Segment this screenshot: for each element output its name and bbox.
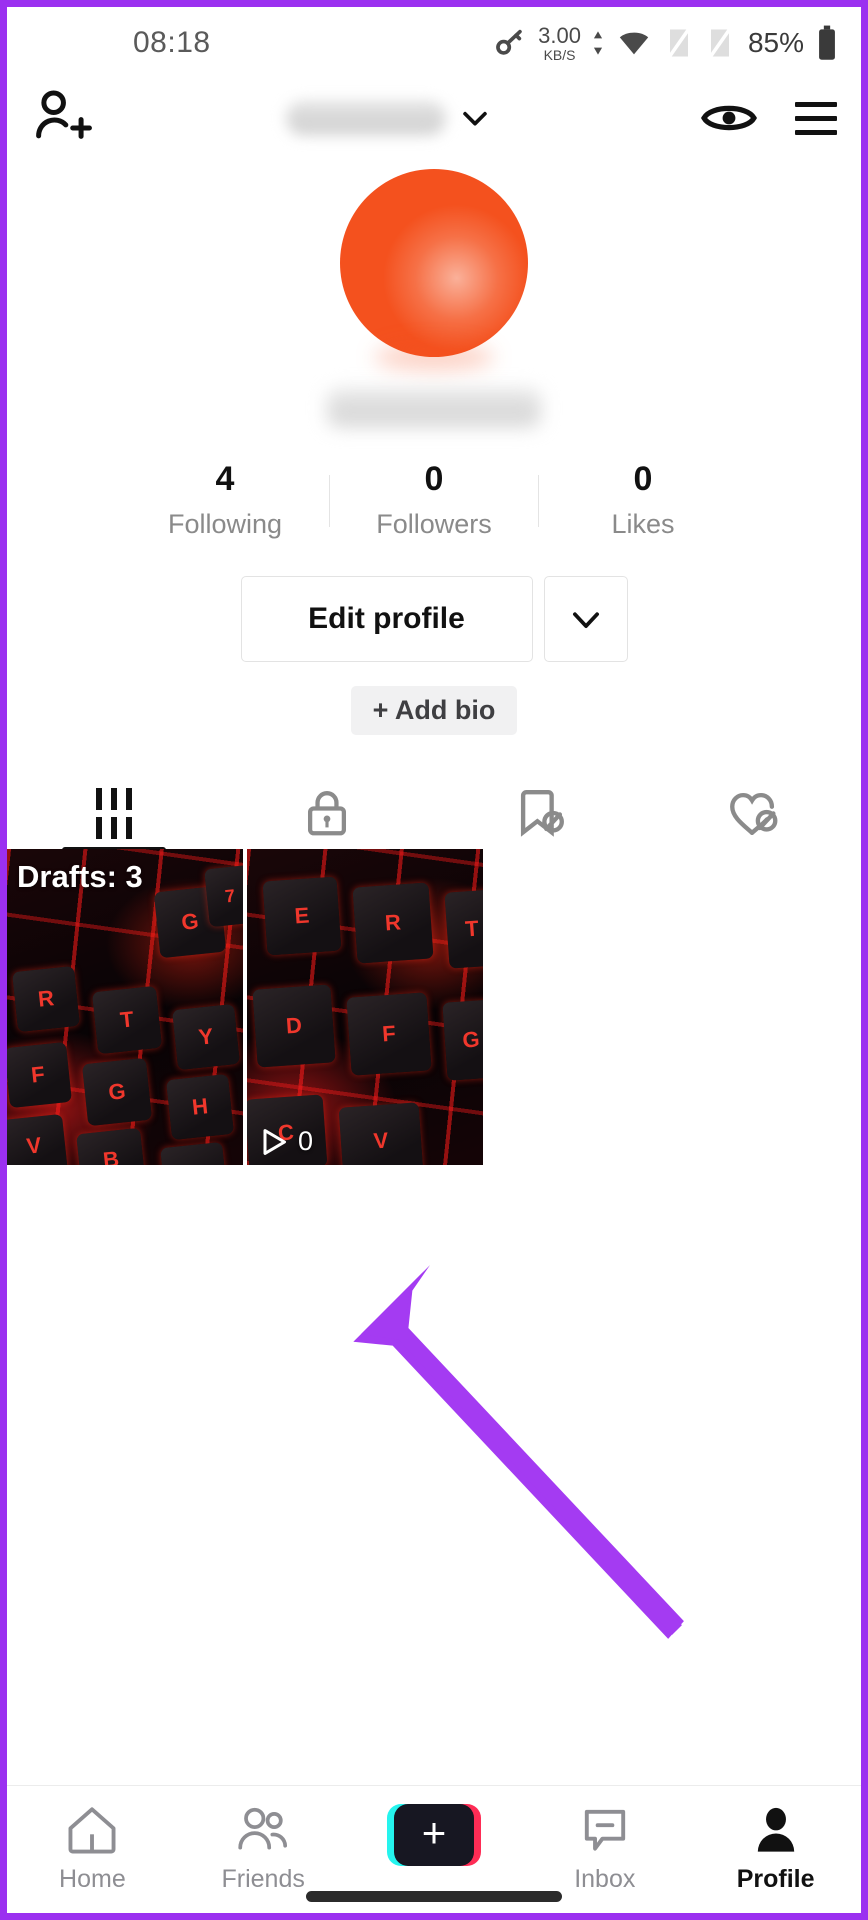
grid-icon [95, 787, 132, 839]
lock-icon [308, 791, 347, 836]
nav-item-profile[interactable]: Profile [690, 1804, 861, 1894]
hamburger-menu-icon[interactable] [795, 101, 837, 135]
nav-label: Inbox [574, 1865, 636, 1893]
video-thumbnail-drafts[interactable]: R T Y G F G H V B N 7 Drafts: 3 [7, 849, 243, 1166]
network-speed-unit: KB/S [543, 46, 576, 63]
plus-glyph: + [421, 1809, 447, 1856]
hamburger-line [795, 115, 837, 121]
tab-liked[interactable] [648, 777, 862, 849]
stat-count: 4 [215, 460, 235, 498]
nav-item-home[interactable]: Home [7, 1804, 178, 1894]
eye-icon[interactable] [701, 97, 757, 139]
tab-private[interactable] [221, 777, 435, 849]
add-bio-button[interactable]: + Add bio [350, 686, 518, 736]
nav-label: Profile [736, 1865, 815, 1893]
nav-label: Friends [221, 1865, 305, 1893]
status-bar: 08:18 3.00 KB/S 85% [7, 7, 861, 79]
updown-arrows-icon [593, 31, 603, 55]
play-icon [263, 1128, 286, 1155]
stat-label: Likes [611, 509, 675, 540]
person-icon [757, 1807, 794, 1852]
keycap-layer: E R T D F G C V [247, 849, 483, 1166]
nav-item-create[interactable]: + [349, 1804, 520, 1866]
sim-off-icon [666, 26, 691, 60]
profile-section: 4 Following 0 Followers 0 Likes Edit pro… [7, 157, 861, 736]
network-speed-value: 3.00 [538, 22, 581, 48]
username-switcher[interactable] [101, 101, 677, 135]
stat-count: 0 [633, 460, 653, 498]
video-grid: R T Y G F G H V B N 7 Drafts: 3 E [7, 849, 861, 1166]
avatar-shadow [373, 343, 495, 371]
stat-followers[interactable]: 0 Followers [330, 460, 538, 540]
key-icon [496, 29, 522, 55]
bookmark-hidden-icon [520, 790, 564, 838]
hamburger-line [795, 101, 837, 107]
profile-tabs [7, 777, 862, 854]
play-count: 0 [259, 1126, 313, 1157]
hamburger-line [795, 129, 837, 135]
avatar[interactable] [340, 169, 528, 371]
profile-header [7, 79, 861, 157]
status-bar-indicators: 3.00 KB/S 85% [493, 24, 839, 62]
profile-actions: Edit profile [240, 576, 628, 663]
friends-icon [238, 1807, 288, 1850]
stat-following[interactable]: 4 Following [121, 460, 329, 540]
profile-stats: 4 Following 0 Followers 0 Likes [121, 460, 747, 540]
more-options-button[interactable] [543, 576, 628, 663]
create-core: + [393, 1804, 474, 1866]
play-count-value: 0 [298, 1126, 314, 1157]
add-bio-row: + Add bio [350, 686, 518, 736]
tab-saved[interactable] [434, 777, 648, 849]
status-bar-clock: 08:18 [133, 26, 211, 59]
drafts-badge: Drafts: 3 [17, 859, 143, 895]
tab-posts[interactable] [7, 777, 221, 854]
stat-label: Followers [376, 509, 492, 540]
header-right [677, 97, 837, 139]
add-friend-icon[interactable] [31, 87, 93, 149]
phone-device-frame: 08:18 3.00 KB/S 85% 4 Following 0 Follow… [0, 0, 868, 1920]
chevron-down-icon [572, 612, 599, 629]
bottom-navigation: Home Friends + Inbox Profile [7, 1785, 861, 1913]
stat-label: Following [167, 509, 283, 540]
stat-count: 0 [424, 460, 444, 498]
username-label-masked [286, 101, 446, 135]
stat-likes[interactable]: 0 Likes [539, 460, 747, 540]
edit-profile-button[interactable]: Edit profile [240, 576, 533, 663]
avatar-image [340, 169, 528, 357]
nav-label: Home [59, 1865, 126, 1893]
inbox-icon [584, 1809, 625, 1851]
app-screen: 08:18 3.00 KB/S 85% 4 Following 0 Follow… [7, 7, 861, 1913]
keycap-layer: R T Y G F G H V B N 7 [7, 849, 243, 1166]
battery-icon [819, 25, 835, 60]
home-icon [68, 1807, 116, 1854]
network-speed: 3.00 KB/S [538, 22, 581, 63]
home-indicator [306, 1891, 562, 1902]
header-left [31, 87, 101, 149]
chevron-down-icon[interactable] [458, 101, 492, 135]
sim-off-icon [707, 26, 732, 60]
wifi-icon [619, 32, 649, 55]
heart-hidden-icon [730, 793, 778, 836]
nav-item-inbox[interactable]: Inbox [519, 1804, 690, 1894]
nav-item-friends[interactable]: Friends [178, 1804, 349, 1894]
create-plus-icon[interactable]: + [386, 1804, 481, 1866]
battery-percent: 85% [747, 27, 804, 58]
display-name-masked [327, 389, 541, 427]
video-thumbnail-1[interactable]: E R T D F G C V 0 [247, 849, 483, 1166]
